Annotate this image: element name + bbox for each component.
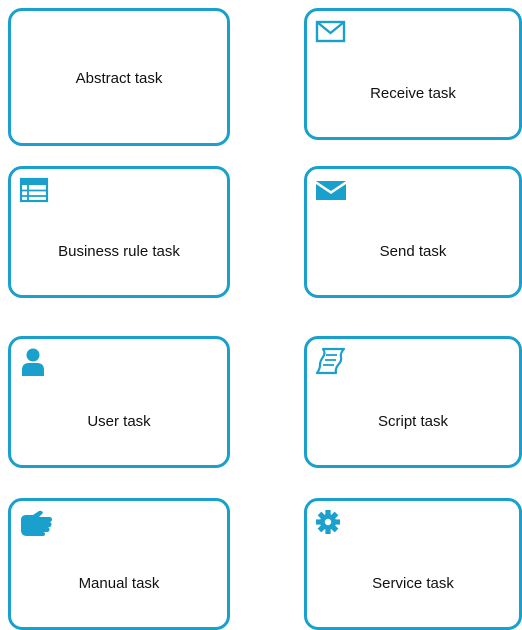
- service-task[interactable]: Service task: [304, 498, 522, 630]
- script-task[interactable]: Script task: [304, 336, 522, 468]
- receive-task-label: Receive task: [370, 85, 456, 102]
- abstract-task-label: Abstract task: [75, 70, 163, 87]
- business-rule-task[interactable]: Business rule task: [8, 166, 230, 298]
- hand-icon: [19, 509, 52, 537]
- service-task-label: Service task: [372, 575, 454, 592]
- manual-task-label: Manual task: [78, 575, 160, 592]
- table-icon: [19, 177, 51, 205]
- user-task[interactable]: User task: [8, 336, 230, 468]
- script-task-label: Script task: [377, 413, 449, 430]
- send-task[interactable]: Send task: [304, 166, 522, 298]
- envelope-outline-icon: [315, 19, 347, 47]
- script-icon: [315, 347, 347, 375]
- send-task-label: Send task: [379, 243, 447, 260]
- envelope-filled-icon: [315, 177, 347, 205]
- abstract-task[interactable]: Abstract task: [8, 8, 230, 146]
- manual-task[interactable]: Manual task: [8, 498, 230, 630]
- business-rule-task-label: Business rule task: [58, 243, 180, 260]
- user-task-label: User task: [87, 413, 151, 430]
- gear-icon: [315, 509, 347, 537]
- user-icon: [19, 347, 51, 376]
- receive-task[interactable]: Receive task: [304, 8, 522, 140]
